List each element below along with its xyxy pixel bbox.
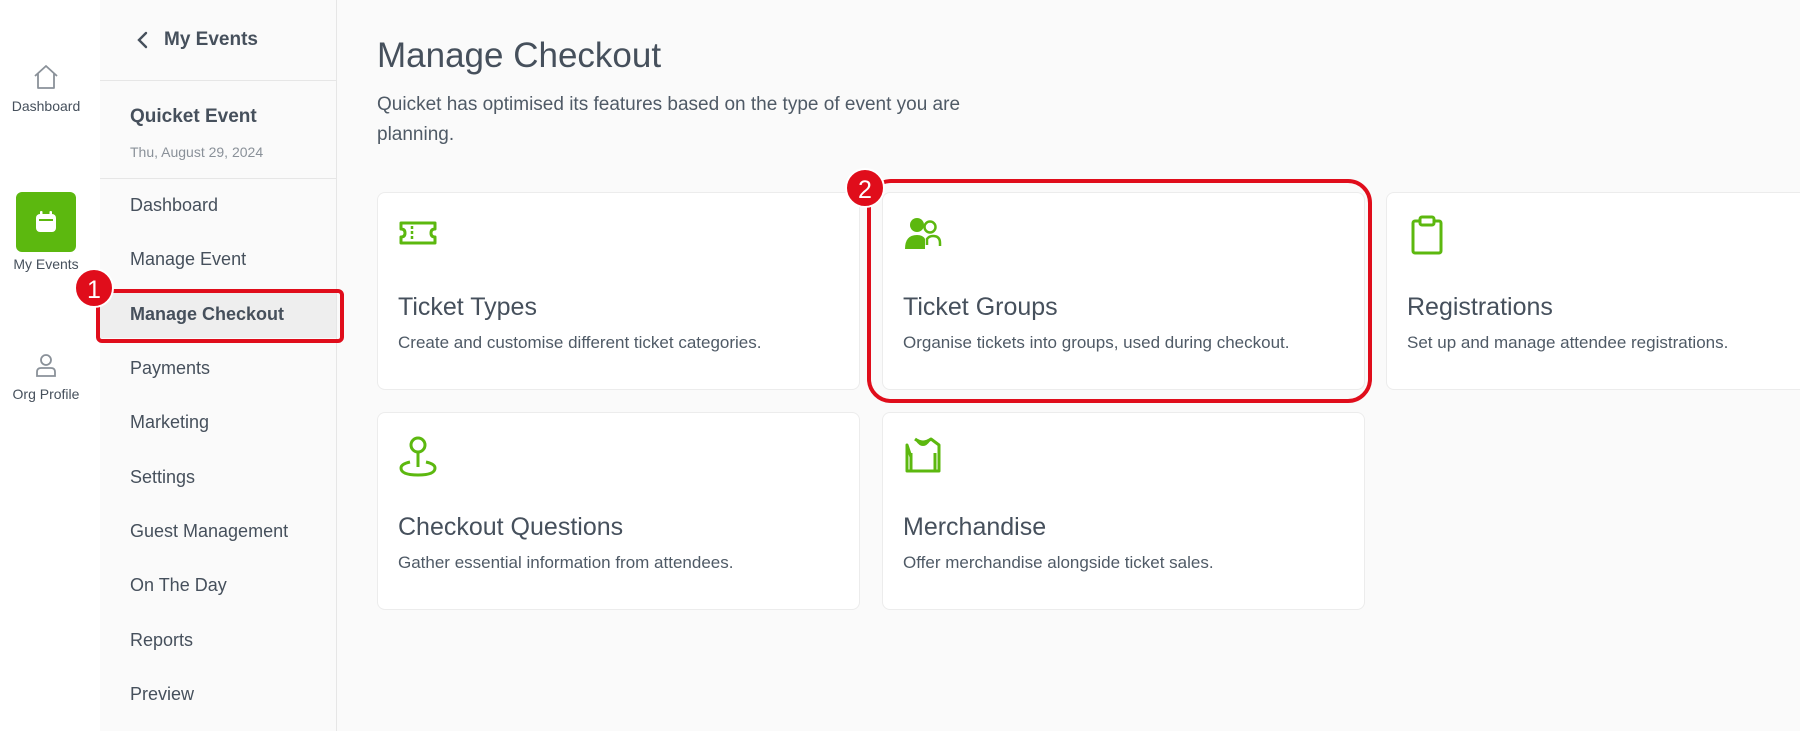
card-ticket-types[interactable]: Ticket Types Create and customise differ…	[377, 192, 860, 390]
shirt-icon	[905, 437, 941, 473]
rail-item-dashboard[interactable]: Dashboard	[0, 62, 92, 114]
subnav-item-on-the-day[interactable]: On The Day	[100, 561, 336, 609]
event-name: Quicket Event	[130, 106, 257, 127]
icon-rail: Dashboard My Events Org Profile	[0, 0, 101, 731]
card-title: Ticket Types	[398, 293, 537, 321]
ticket-icon	[399, 221, 437, 245]
card-registrations[interactable]: Registrations Set up and manage attendee…	[1386, 192, 1800, 390]
card-description: Offer merchandise alongside ticket sales…	[903, 553, 1214, 572]
event-date: Thu, August 29, 2024	[130, 144, 264, 160]
page-description: Quicket has optimised its features based…	[377, 94, 961, 145]
rail-item-my-events[interactable]: My Events	[0, 192, 92, 272]
card-title: Checkout Questions	[398, 513, 624, 541]
back-label: My Events	[164, 29, 258, 50]
subnav-item-payments[interactable]: Payments	[100, 344, 336, 392]
step-badge-2: 2	[845, 168, 885, 208]
step-badge-1: 1	[74, 268, 114, 308]
calendar-icon	[16, 192, 76, 252]
card-checkout-questions[interactable]: Checkout Questions Gather essential info…	[377, 412, 860, 610]
event-info: Quicket Event Thu, August 29, 2024	[100, 80, 336, 179]
subnav-item-preview[interactable]: Preview	[100, 670, 336, 718]
card-title: Registrations	[1407, 293, 1553, 321]
rail-item-org-profile[interactable]: Org Profile	[0, 350, 92, 402]
event-subnav: My Events Quicket Event Thu, August 29, …	[100, 0, 337, 731]
subnav-item-settings[interactable]: Settings	[100, 453, 336, 501]
clipboard-icon	[1411, 215, 1443, 255]
card-title: Merchandise	[903, 513, 1047, 541]
card-description: Gather essential information from attend…	[398, 553, 734, 572]
highlight-ticket-groups	[867, 179, 1372, 403]
rail-item-label: My Events	[13, 256, 79, 272]
highlight-manage-checkout	[96, 289, 344, 343]
page-title: Manage Checkout	[377, 36, 662, 75]
subnav-item-dashboard[interactable]: Dashboard	[100, 181, 336, 229]
subnav-item-manage-event[interactable]: Manage Event	[100, 235, 336, 283]
user-icon	[36, 354, 56, 377]
card-description: Set up and manage attendee registrations…	[1407, 333, 1729, 352]
card-merchandise[interactable]: Merchandise Offer merchandise alongside …	[882, 412, 1365, 610]
subnav-item-reports[interactable]: Reports	[100, 616, 336, 664]
card-description: Create and customise different ticket ca…	[398, 333, 762, 352]
chevron-left-icon	[137, 31, 148, 49]
subnav-item-guest-management[interactable]: Guest Management	[100, 507, 336, 555]
subnav-item-marketing[interactable]: Marketing	[100, 398, 336, 446]
home-icon	[34, 65, 58, 89]
rail-item-label: Dashboard	[11, 98, 81, 114]
back-to-my-events[interactable]: My Events	[100, 0, 336, 81]
rail-item-label: Org Profile	[12, 386, 80, 402]
location-pin-icon	[399, 436, 437, 477]
